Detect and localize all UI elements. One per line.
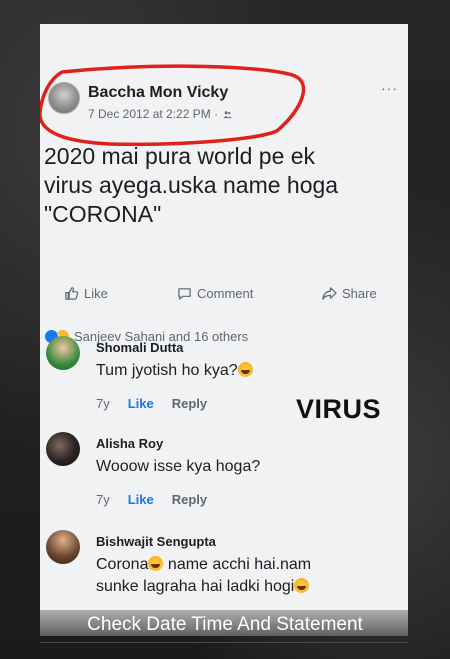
post-actions: Like Comment Share — [40, 286, 408, 308]
post-meta: 7 Dec 2012 at 2:22 PM · — [88, 107, 233, 121]
laughing-emoji-icon — [148, 556, 164, 571]
author-name[interactable]: Baccha Mon Vicky — [88, 84, 228, 102]
like-label: Like — [84, 286, 108, 301]
commenter-avatar[interactable] — [46, 530, 80, 564]
comment-text: Wooow isse kya hoga? — [96, 458, 261, 475]
comment-like-button[interactable]: Like — [128, 492, 154, 507]
comment-icon — [178, 288, 191, 300]
comment-actions: 7y Like Reply — [96, 492, 207, 507]
comment-actions: 7y Like Reply — [96, 396, 207, 411]
share-icon — [322, 287, 337, 300]
comment-label: Comment — [197, 286, 254, 301]
author-avatar[interactable] — [48, 82, 80, 114]
friends-icon — [223, 111, 233, 119]
comment-text: Corona name acchi hai.nam sunke lagraha h… — [96, 556, 312, 595]
commenter-name[interactable]: Bishwajit Sengupta — [96, 534, 216, 549]
post-timestamp[interactable]: 7 Dec 2012 at 2:22 PM — [88, 107, 211, 121]
commenter-avatar[interactable] — [46, 336, 80, 370]
thumbs-up-icon — [65, 287, 79, 300]
post-screenshot: Baccha Mon Vicky 7 Dec 2012 at 2:22 PM ·… — [40, 24, 408, 636]
share-button[interactable]: Share — [322, 286, 377, 301]
comment-like-button[interactable]: Like — [128, 396, 154, 411]
comment-reply-button[interactable]: Reply — [172, 396, 207, 411]
comment-age: 7y — [96, 396, 110, 411]
laughing-emoji-icon — [294, 578, 310, 593]
comment-text: Tum jyotish ho kya? — [96, 360, 253, 382]
more-options-icon[interactable]: ··· — [381, 80, 398, 96]
comment-age: 7y — [96, 492, 110, 507]
virus-overlay-label: VIRUS — [296, 394, 382, 424]
commenter-name[interactable]: Alisha Roy — [96, 436, 163, 451]
laughing-emoji-icon — [237, 362, 253, 377]
commenter-avatar[interactable] — [46, 432, 80, 466]
comment-reply-button[interactable]: Reply — [172, 492, 207, 507]
commenter-name[interactable]: Shomali Dutta — [96, 340, 183, 355]
divider — [40, 642, 408, 643]
comment-button[interactable]: Comment — [177, 286, 253, 301]
post-body-text: 2020 mai pura world pe ek virus ayega.us… — [44, 143, 339, 227]
like-button[interactable]: Like — [64, 286, 108, 301]
share-label: Share — [342, 286, 377, 301]
caption-text: Check Date Time And Statement — [87, 614, 363, 635]
